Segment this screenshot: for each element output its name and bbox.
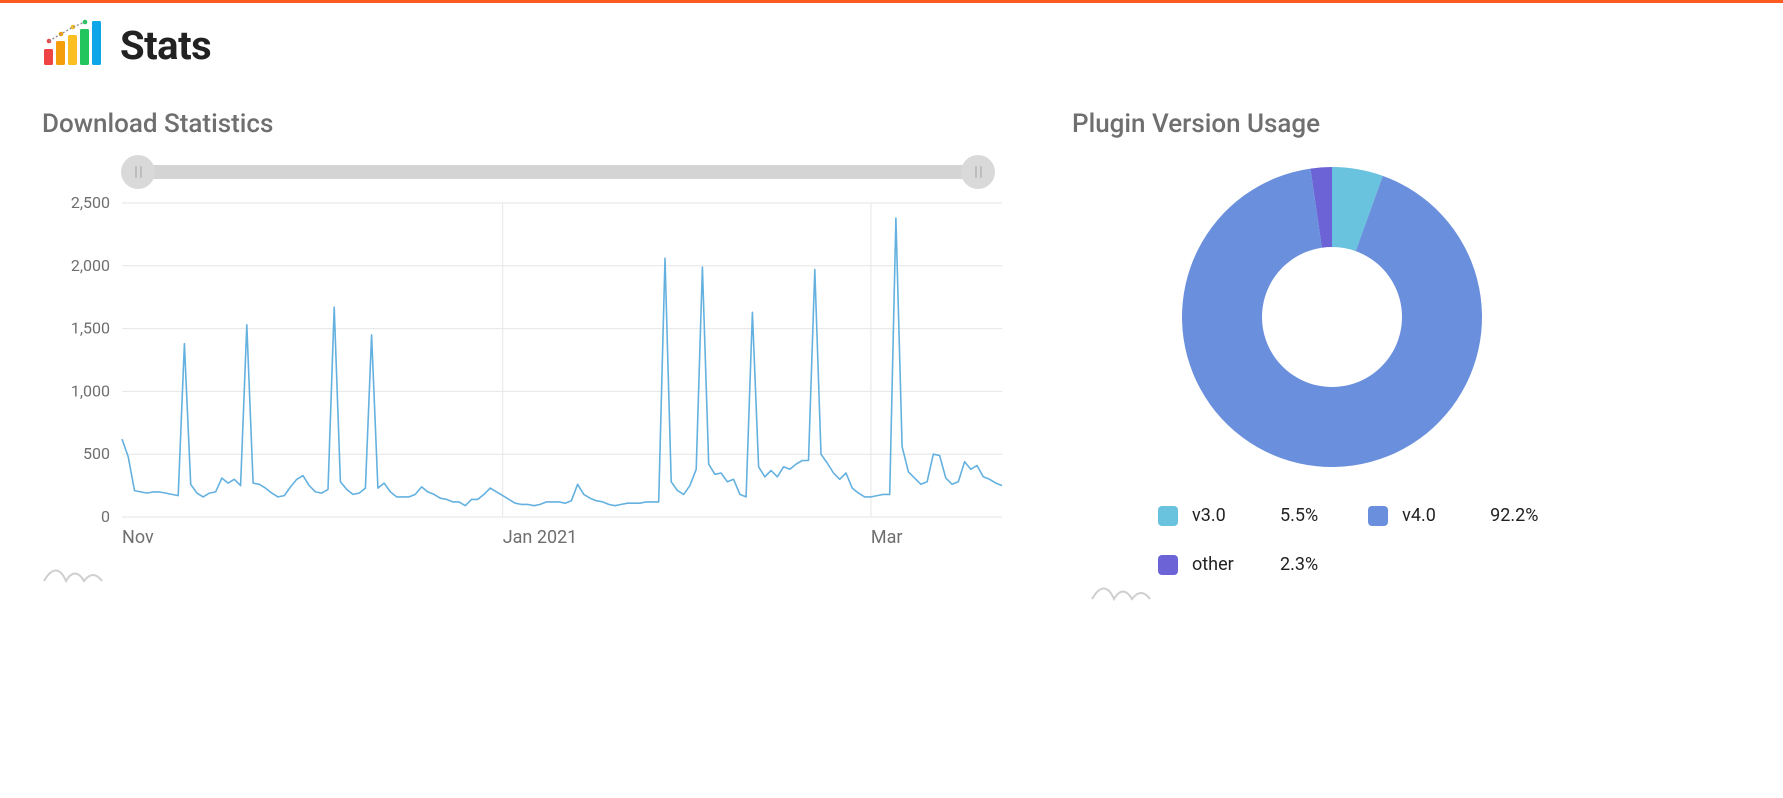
legend-item-other: other 2.3% xyxy=(1158,554,1318,575)
range-slider-handle-right[interactable] xyxy=(961,155,995,189)
page-header: Stats xyxy=(42,19,1741,71)
stats-logo-icon xyxy=(42,19,104,71)
chart-credit-icon[interactable] xyxy=(1090,579,1162,603)
svg-text:2,000: 2,000 xyxy=(71,256,110,275)
svg-text:0: 0 xyxy=(101,507,110,526)
swatch-other xyxy=(1158,555,1178,575)
downloads-section-title: Download Statistics xyxy=(42,109,1022,139)
swatch-v4 xyxy=(1368,506,1388,526)
page-title: Stats xyxy=(120,22,211,69)
svg-text:1,000: 1,000 xyxy=(71,381,110,400)
svg-text:2,500: 2,500 xyxy=(71,197,110,212)
svg-text:Nov: Nov xyxy=(122,527,154,548)
versions-section-title: Plugin Version Usage xyxy=(1072,109,1592,139)
legend-item-v4: v4.0 92.2% xyxy=(1368,505,1538,526)
swatch-v3 xyxy=(1158,506,1178,526)
legend-item-v3: v3.0 5.5% xyxy=(1158,505,1318,526)
donut-legend: v3.0 5.5% v4.0 92.2% other 2.3% xyxy=(1072,505,1592,575)
svg-text:500: 500 xyxy=(83,444,110,463)
range-slider[interactable] xyxy=(138,157,978,187)
version-donut-chart xyxy=(1172,157,1492,477)
downloads-line-chart: 0 500 1,000 1,500 2,000 2,500 Nov Jan 2021 Mar xyxy=(42,197,1022,557)
chart-credit-icon[interactable] xyxy=(42,561,114,585)
range-slider-handle-left[interactable] xyxy=(121,155,155,189)
svg-text:Mar: Mar xyxy=(871,527,903,548)
range-slider-track xyxy=(138,165,978,179)
svg-text:1,500: 1,500 xyxy=(71,319,110,338)
svg-text:Jan 2021: Jan 2021 xyxy=(503,527,578,548)
